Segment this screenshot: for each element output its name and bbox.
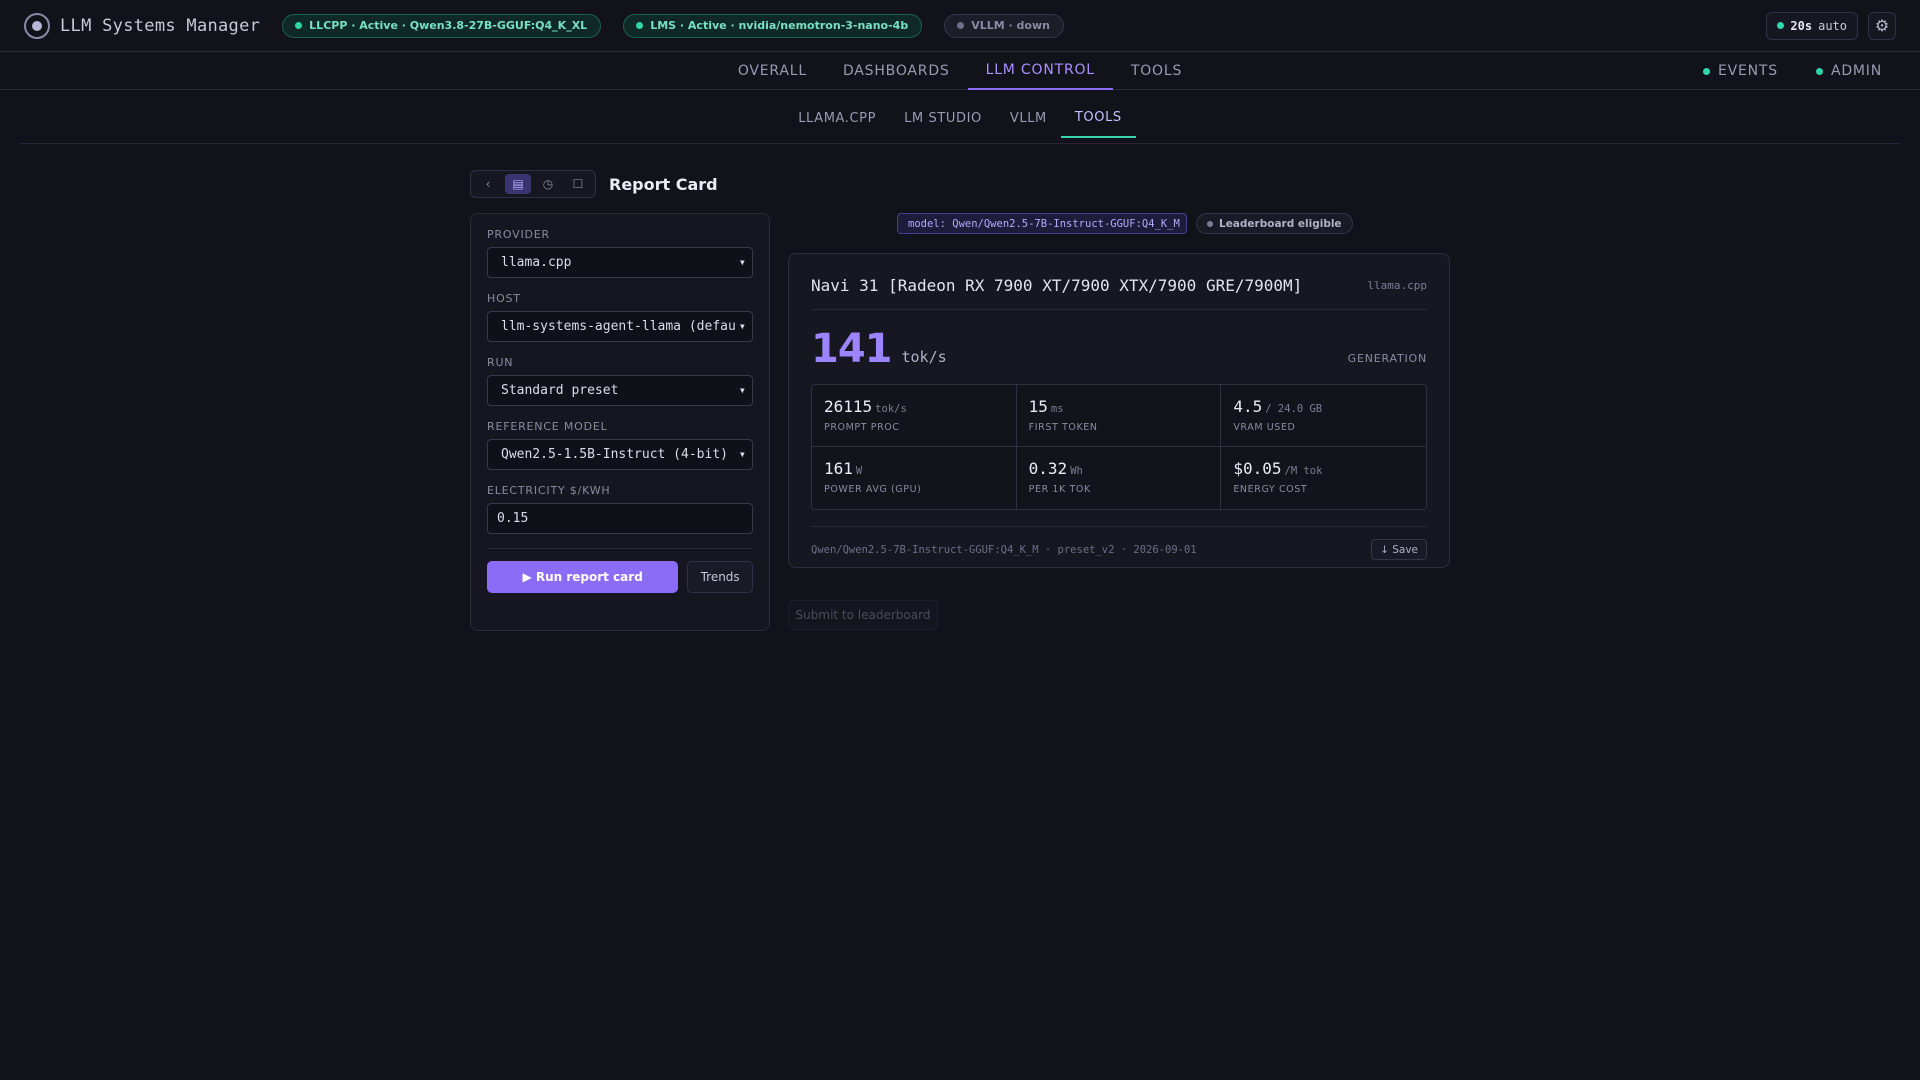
status-dot-icon — [295, 22, 303, 29]
card-meta: Qwen/Qwen2.5-7B-Instruct-GGUF:Q4_K_M · p… — [811, 543, 1197, 556]
settings-button[interactable]: ⚙ — [1868, 11, 1896, 40]
card-provider: llama.cpp — [1367, 279, 1427, 292]
generation-unit: tok/s — [901, 348, 947, 366]
run-report-card-button[interactable]: ▶ Run report card — [487, 561, 679, 593]
chevron-down-icon: ▾ — [734, 447, 746, 461]
brand[interactable]: LLM Systems Manager — [24, 12, 261, 39]
provider-label: PROVIDER — [487, 228, 550, 241]
app-logo-icon — [24, 12, 50, 39]
subtab-llama-cpp[interactable]: LLAMA.CPP — [784, 98, 890, 138]
chevron-down-icon: ▾ — [734, 383, 746, 397]
chevron-down-icon: ▾ — [734, 319, 746, 333]
view-toggle-group: ‹ ▤ ◷ ☐ — [470, 170, 596, 198]
trends-button[interactable]: Trends — [687, 561, 753, 593]
result-badges: model: Qwen/Qwen2.5-7B-Instruct-GGUF:Q4_… — [897, 213, 1353, 234]
host-select[interactable]: llm-systems-agent-llama (defau ▾ — [487, 311, 753, 342]
subtab-vllm[interactable]: VLLM — [996, 98, 1061, 138]
metric-vram-used: 4.5/ 24.0 GB VRAM USED — [1221, 385, 1426, 447]
badge-dot-icon — [1207, 220, 1213, 227]
report-form-panel: PROVIDER llama.cpp ▾ HOST llm-systems-ag… — [470, 213, 770, 631]
auto-refresh-button[interactable]: 20s auto — [1766, 11, 1858, 40]
save-button[interactable]: ↓ Save — [1371, 539, 1427, 560]
clock-icon[interactable]: ◷ — [535, 174, 561, 194]
events-status-dot-icon — [1702, 67, 1710, 75]
tab-overall[interactable]: OVERALL — [720, 52, 825, 90]
chevron-left-icon[interactable]: ‹ — [475, 174, 501, 194]
status-dot-icon — [636, 22, 644, 29]
chevron-down-icon: ▾ — [734, 255, 746, 269]
provider-select[interactable]: llama.cpp ▾ — [487, 247, 753, 278]
tab-tools[interactable]: TOOLS — [1113, 52, 1200, 90]
metric-power-avg: 161 W POWER AVG (GPU) — [812, 447, 1017, 509]
sub-nav: LLAMA.CPP LM STUDIO VLLM TOOLS — [20, 90, 1900, 144]
electricity-label: ELECTRICITY $/KWH — [487, 484, 611, 497]
page-title: Report Card — [609, 174, 718, 194]
report-card: Navi 31 [Radeon RX 7900 XT/7900 XTX/7900… — [788, 253, 1450, 568]
top-bar: LLM Systems Manager LLCPP · Active · Qwe… — [0, 0, 1920, 52]
report-card-header: ‹ ▤ ◷ ☐ Report Card — [470, 170, 718, 198]
status-pill-llcpp[interactable]: LLCPP · Active · Qwen3.8-27B-GGUF:Q4_K_X… — [282, 13, 602, 38]
status-pill-lms[interactable]: LMS · Active · nvidia/nemotron-3-nano-4b — [623, 13, 923, 38]
app-title: LLM Systems Manager — [60, 15, 261, 36]
gpu-name: Navi 31 [Radeon RX 7900 XT/7900 XTX/7900… — [811, 276, 1303, 295]
nav-events[interactable]: EVENTS — [1702, 63, 1778, 79]
reference-model-label: REFERENCE MODEL — [487, 420, 608, 433]
leaderboard-badge: Leaderboard eligible — [1196, 213, 1353, 234]
divider — [487, 548, 753, 549]
model-badge: model: Qwen/Qwen2.5-7B-Instruct-GGUF:Q4_… — [897, 213, 1187, 234]
nav-admin[interactable]: ADMIN — [1815, 63, 1882, 79]
metric-prompt-proc: 26115 tok/s PROMPT PROC — [812, 385, 1017, 447]
metric-per-1k-tok: 0.32 Wh PER 1K TOK — [1016, 447, 1222, 509]
generation-value: 141 — [811, 326, 892, 372]
submit-to-leaderboard-button[interactable]: Submit to leaderboard — [788, 600, 938, 630]
gear-icon: ⚙ — [1874, 16, 1890, 35]
electricity-input[interactable]: 0.15 — [487, 503, 753, 534]
subtab-lm-studio[interactable]: LM STUDIO — [890, 98, 996, 138]
metrics-grid: 26115 tok/s PROMPT PROC 15 ms FIRST TOKEN … — [811, 384, 1427, 510]
subtab-tools[interactable]: TOOLS — [1060, 98, 1136, 138]
status-dot-icon — [957, 22, 965, 29]
generation-label: GENERATION — [1347, 352, 1427, 365]
run-label: RUN — [487, 356, 514, 369]
admin-status-dot-icon — [1815, 67, 1823, 75]
reference-model-select[interactable]: Qwen2.5-1.5B-Instruct (4-bit) ▾ — [487, 439, 753, 470]
grid-icon[interactable]: ▤ — [505, 174, 531, 194]
run-select[interactable]: Standard preset ▾ — [487, 375, 753, 406]
tab-dashboards[interactable]: DASHBOARDS — [825, 52, 968, 90]
status-pill-vllm[interactable]: VLLM · down — [944, 13, 1064, 38]
host-label: HOST — [487, 292, 521, 305]
refresh-status-dot-icon — [1777, 22, 1785, 29]
metric-first-token: 15 ms FIRST TOKEN — [1016, 385, 1222, 447]
metric-energy-cost: $0.05/M tok ENERGY COST — [1221, 447, 1426, 509]
main-nav: OVERALL DASHBOARDS LLM CONTROL TOOLS EVE… — [0, 52, 1920, 90]
square-icon[interactable]: ☐ — [565, 174, 591, 194]
tab-llm-control[interactable]: LLM CONTROL — [967, 52, 1113, 90]
